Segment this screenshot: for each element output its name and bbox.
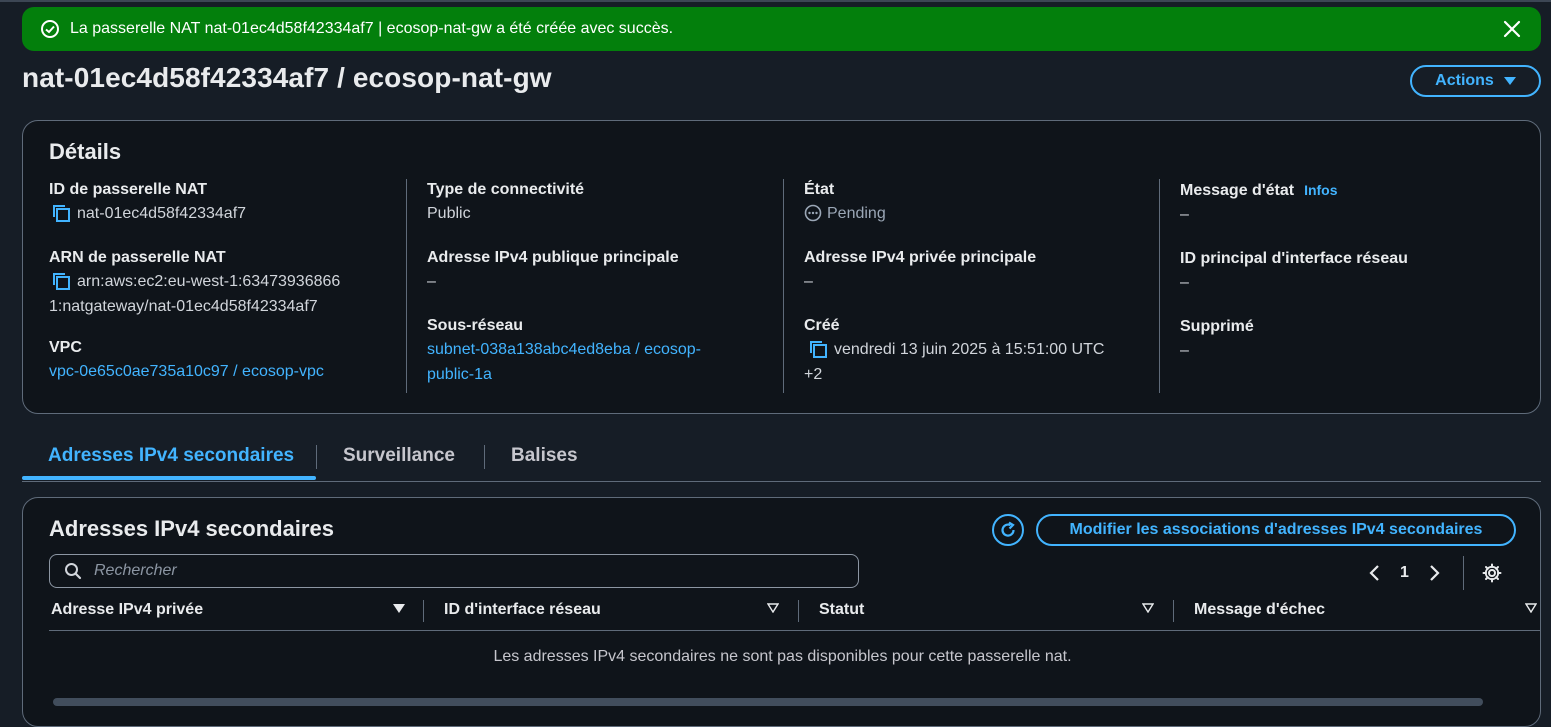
public-ip-label: Adresse IPv4 publique principale xyxy=(427,249,679,266)
column-header-failure-message[interactable]: Message d'échec xyxy=(1194,601,1325,619)
search-field[interactable] xyxy=(49,554,859,588)
details-heading: Détails xyxy=(49,139,122,164)
subnet-link-line-1: subnet-038a138abc4ed8eba / ecosop- xyxy=(427,341,701,358)
caret-down-icon xyxy=(1503,77,1516,85)
sort-icon[interactable] xyxy=(1525,603,1537,613)
private-ip-label: Adresse IPv4 privée principale xyxy=(804,249,1037,266)
private-ip-value: – xyxy=(804,273,813,290)
tab-bar: Adresses IPv4 secondaires Surveillance B… xyxy=(22,437,1541,482)
copy-icon[interactable] xyxy=(51,203,71,223)
sort-icon[interactable] xyxy=(767,603,779,613)
tab-secondary-ipv4[interactable]: Adresses IPv4 secondaires xyxy=(48,445,294,467)
details-column-3: État Pending Adresse IPv4 privée princip… xyxy=(783,179,1159,393)
tab-divider xyxy=(316,445,317,469)
secondary-ipv4-container: Adresses IPv4 secondaires Modifier les a… xyxy=(22,497,1541,727)
sort-icon[interactable] xyxy=(1142,603,1154,613)
search-input[interactable] xyxy=(92,561,796,581)
subnet-link[interactable]: subnet-038a138abc4ed8eba / ecosop- publi… xyxy=(427,337,782,387)
sort-descending-icon[interactable] xyxy=(393,604,405,613)
eni-value: – xyxy=(1180,274,1189,291)
details-column-2: Type de connectivité Public Adresse IPv4… xyxy=(406,179,782,393)
page-number[interactable]: 1 xyxy=(1400,564,1409,582)
success-check-icon xyxy=(41,20,59,38)
tab-tags[interactable]: Balises xyxy=(511,445,578,467)
public-ip-value: – xyxy=(427,273,436,290)
search-icon xyxy=(65,563,82,580)
table-header: Adresse IPv4 privée ID d'interface résea… xyxy=(49,594,1540,631)
created-value-line-1: vendredi 13 juin 2025 à 15:51:00 UTC xyxy=(834,341,1105,358)
arn-label: ARN de passerelle NAT xyxy=(49,249,226,266)
refresh-icon xyxy=(1001,521,1015,537)
arn-value-line-2: 1:natgateway/nat-01ec4d58f42334af7 xyxy=(49,298,318,315)
refresh-button[interactable] xyxy=(992,514,1024,546)
chevron-right-icon[interactable] xyxy=(1427,564,1441,582)
success-flash-banner: La passerelle NAT nat-01ec4d58f42334af7 … xyxy=(22,7,1541,51)
secondary-ipv4-heading: Adresses IPv4 secondaires xyxy=(49,516,334,541)
column-divider xyxy=(423,600,424,622)
details-column-4: Message d'état Infos – ID principal d'int… xyxy=(1159,179,1535,393)
state-value: Pending xyxy=(827,205,886,222)
pagination: 1 xyxy=(1368,556,1502,590)
chevron-left-icon[interactable] xyxy=(1368,564,1382,582)
created-value-line-2: +2 xyxy=(804,366,823,383)
state-message-value: – xyxy=(1180,206,1189,223)
close-icon[interactable] xyxy=(1501,18,1523,40)
tab-monitoring[interactable]: Surveillance xyxy=(343,445,455,467)
nat-id-value: nat-01ec4d58f42334af7 xyxy=(77,205,247,222)
infos-link[interactable]: Infos xyxy=(1304,182,1337,198)
page-title: nat-01ec4d58f42334af7 / ecosop-nat-gw xyxy=(22,62,552,93)
arn-value-line-1: arn:aws:ec2:eu-west-1:63473936866 xyxy=(77,273,341,290)
connectivity-label: Type de connectivité xyxy=(427,181,585,198)
column-header-private-ip[interactable]: Adresse IPv4 privée xyxy=(51,601,203,619)
subnet-link-line-2: public-1a xyxy=(427,366,492,383)
modify-associations-button[interactable]: Modifier les associations d'adresses IPv… xyxy=(1036,514,1516,546)
column-divider xyxy=(1173,600,1174,622)
pager-divider xyxy=(1462,556,1464,590)
vpc-label: VPC xyxy=(49,339,82,356)
top-border xyxy=(0,0,1551,2)
details-container: Détails ID de passerelle NAT nat-01ec4d5… xyxy=(22,120,1541,414)
state-message-label: Message d'état xyxy=(1180,182,1295,199)
copy-icon[interactable] xyxy=(51,271,71,291)
actions-label: Actions xyxy=(1435,72,1494,89)
flash-message: La passerelle NAT nat-01ec4d58f42334af7 … xyxy=(70,20,674,37)
column-divider xyxy=(798,600,799,622)
actions-dropdown-button[interactable]: Actions xyxy=(1410,65,1541,97)
deleted-value: – xyxy=(1180,342,1189,359)
nat-id-label: ID de passerelle NAT xyxy=(49,181,207,198)
vpc-link[interactable]: vpc-0e65c0ae735a10c97 / ecosop-vpc xyxy=(49,363,324,380)
eni-label: ID principal d'interface réseau xyxy=(1180,250,1408,267)
deleted-label: Supprimé xyxy=(1180,318,1254,335)
state-label: État xyxy=(804,181,835,198)
copy-icon[interactable] xyxy=(808,339,828,359)
empty-table-message: Les adresses IPv4 secondaires ne sont pa… xyxy=(493,648,1072,665)
column-header-eni-id[interactable]: ID d'interface réseau xyxy=(444,601,601,619)
tab-divider xyxy=(484,445,485,469)
active-tab-indicator xyxy=(22,476,316,480)
created-label: Créé xyxy=(804,317,840,334)
subnet-label: Sous-réseau xyxy=(427,317,524,334)
pending-icon xyxy=(804,204,822,222)
connectivity-value: Public xyxy=(427,205,471,222)
column-header-status[interactable]: Statut xyxy=(819,601,864,619)
settings-gear-icon[interactable] xyxy=(1482,563,1502,583)
details-column-1: ID de passerelle NAT nat-01ec4d58f42334a… xyxy=(49,179,404,405)
